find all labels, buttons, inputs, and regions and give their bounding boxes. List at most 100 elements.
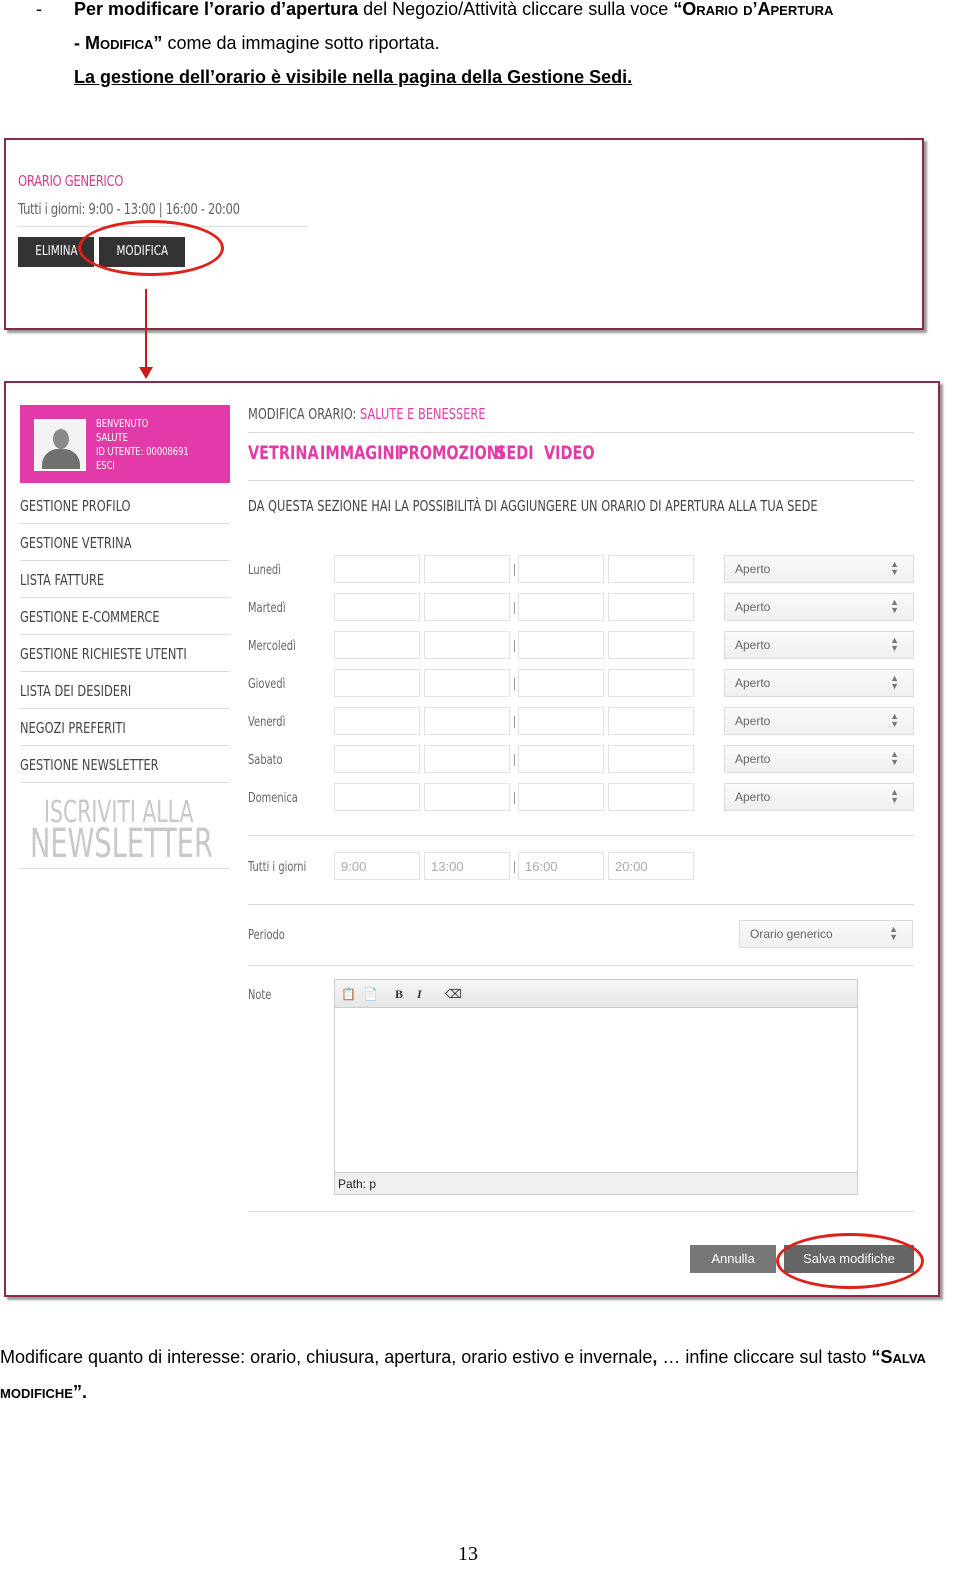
time-input[interactable] bbox=[608, 631, 694, 659]
time-input[interactable] bbox=[608, 555, 694, 583]
orario-generico-title: ORARIO GENERICO bbox=[18, 172, 124, 190]
tab-video[interactable]: VIDEO bbox=[544, 442, 595, 464]
italic-icon[interactable]: I bbox=[417, 987, 422, 1002]
periodo-select[interactable]: Orario generico ▲ ▼ bbox=[739, 920, 913, 948]
status-select[interactable]: Aperto ▲ ▼ bbox=[724, 669, 914, 697]
status-select[interactable]: Aperto ▲ ▼ bbox=[724, 783, 914, 811]
time-input[interactable] bbox=[334, 745, 420, 773]
user-id: ID UTENTE: 00008691 bbox=[96, 445, 189, 458]
sidebar-item[interactable]: GESTIONE E-COMMERCE bbox=[20, 598, 230, 635]
tab-vetrina[interactable]: VETRINA bbox=[248, 442, 319, 464]
time-input[interactable] bbox=[334, 631, 420, 659]
tab-immagini[interactable]: IMMAGINI bbox=[320, 442, 400, 464]
paste-word-icon[interactable]: 📄 bbox=[363, 987, 378, 1001]
time-input[interactable] bbox=[518, 631, 604, 659]
day-label: Venerdì bbox=[248, 715, 286, 730]
time-input[interactable] bbox=[334, 707, 420, 735]
avatar bbox=[34, 419, 86, 471]
status-select[interactable]: Aperto ▲ ▼ bbox=[724, 707, 914, 735]
time-input[interactable] bbox=[608, 745, 694, 773]
select-arrows-icon: ▲ ▼ bbox=[890, 711, 899, 729]
logout-link[interactable]: ESCI bbox=[96, 459, 115, 473]
periodo-label: Periodo bbox=[248, 928, 285, 943]
time-input[interactable] bbox=[424, 669, 510, 697]
tab-promozioni[interactable]: PROMOZIONI bbox=[398, 442, 504, 464]
note-editor[interactable]: 📋 📄 B I ⌫ Path: p bbox=[334, 979, 858, 1195]
time-input[interactable] bbox=[424, 707, 510, 735]
time-input[interactable] bbox=[518, 593, 604, 621]
day-label: Domenica bbox=[248, 791, 298, 806]
intro-text-2: come da immagine sotto riportata. bbox=[162, 33, 440, 53]
intro-smallcaps-1: “Orario d’Apertura bbox=[673, 0, 834, 19]
sidebar-item[interactable]: GESTIONE NEWSLETTER bbox=[20, 746, 230, 783]
time-input[interactable] bbox=[518, 555, 604, 583]
page-number: 13 bbox=[458, 1543, 478, 1565]
day-label: Lunedì bbox=[248, 563, 281, 578]
time-input[interactable] bbox=[608, 669, 694, 697]
time-input[interactable]: 9:00 bbox=[334, 852, 420, 880]
intro-line-2: - Modifica” come da immagine sotto ripor… bbox=[74, 26, 440, 61]
separator bbox=[514, 861, 515, 873]
day-label: Giovedì bbox=[248, 677, 286, 692]
sidebar-item[interactable]: LISTA FATTURE bbox=[20, 561, 230, 598]
sidebar-item[interactable]: GESTIONE VETRINA bbox=[20, 524, 230, 561]
eraser-icon[interactable]: ⌫ bbox=[445, 987, 462, 1001]
profile-info: BENVENUTO SALUTE ID UTENTE: 00008691 ESC… bbox=[96, 417, 218, 473]
time-input[interactable] bbox=[334, 783, 420, 811]
time-input[interactable]: 13:00 bbox=[424, 852, 510, 880]
time-input[interactable] bbox=[424, 555, 510, 583]
separator bbox=[514, 678, 515, 690]
highlight-ellipse bbox=[776, 1233, 924, 1289]
sidebar-menu: GESTIONE PROFILO GESTIONE VETRINA LISTA … bbox=[20, 487, 230, 783]
select-arrows-icon: ▲ ▼ bbox=[890, 559, 899, 577]
time-input[interactable] bbox=[608, 783, 694, 811]
time-input[interactable] bbox=[518, 669, 604, 697]
tab-sedi[interactable]: SEDI bbox=[496, 442, 534, 464]
time-input[interactable] bbox=[424, 593, 510, 621]
select-arrows-icon: ▲ ▼ bbox=[890, 635, 899, 653]
day-label: Mercoledì bbox=[248, 639, 296, 654]
status-select[interactable]: Aperto ▲ ▼ bbox=[724, 745, 914, 773]
all-days-label: Tutti i giorni bbox=[248, 860, 307, 875]
sidebar-item[interactable]: NEGOZI PREFERITI bbox=[20, 709, 230, 746]
sidebar-item[interactable]: LISTA DEI DESIDERI bbox=[20, 672, 230, 709]
time-input[interactable] bbox=[518, 783, 604, 811]
separator bbox=[514, 602, 515, 614]
intro-line-3: La gestione dell’orario è visibile nella… bbox=[74, 67, 633, 87]
sidebar-item[interactable]: GESTIONE RICHIESTE UTENTI bbox=[20, 635, 230, 672]
time-input[interactable] bbox=[518, 707, 604, 735]
select-arrows-icon: ▲ ▼ bbox=[890, 787, 899, 805]
section-description: DA QUESTA SEZIONE HAI LA POSSIBILITÀ DI … bbox=[248, 497, 818, 515]
orario-generico-hours: Tutti i giorni: 9:00 - 13:00 | 16:00 - 2… bbox=[18, 200, 240, 218]
sidebar-item[interactable]: GESTIONE PROFILO bbox=[20, 487, 230, 524]
time-input[interactable]: 16:00 bbox=[518, 852, 604, 880]
status-select[interactable]: Aperto ▲ ▼ bbox=[724, 593, 914, 621]
status-select[interactable]: Aperto ▲ ▼ bbox=[724, 555, 914, 583]
select-arrows-icon: ▲ ▼ bbox=[890, 597, 899, 615]
status-select[interactable]: Aperto ▲ ▼ bbox=[724, 631, 914, 659]
time-input[interactable]: 20:00 bbox=[608, 852, 694, 880]
cancel-button[interactable]: Annulla bbox=[690, 1245, 776, 1273]
profile-box: BENVENUTO SALUTE ID UTENTE: 00008691 ESC… bbox=[20, 405, 230, 483]
time-input[interactable] bbox=[424, 631, 510, 659]
time-input[interactable] bbox=[334, 669, 420, 697]
bold-icon[interactable]: B bbox=[395, 987, 403, 1002]
paste-text-icon[interactable]: 📋 bbox=[341, 987, 356, 1001]
arrow-down-icon bbox=[139, 367, 153, 379]
separator bbox=[514, 792, 515, 804]
time-input[interactable] bbox=[334, 555, 420, 583]
time-input[interactable] bbox=[424, 783, 510, 811]
screenshot-modifica-orario: BENVENUTO SALUTE ID UTENTE: 00008691 ESC… bbox=[4, 381, 940, 1297]
day-label: Martedì bbox=[248, 601, 286, 616]
profile-name: SALUTE bbox=[96, 431, 128, 444]
time-input[interactable] bbox=[334, 593, 420, 621]
time-input[interactable] bbox=[608, 593, 694, 621]
time-input[interactable] bbox=[518, 745, 604, 773]
time-input[interactable] bbox=[608, 707, 694, 735]
intro-text-1: del Negozio/Attività cliccare sulla voce bbox=[358, 0, 674, 19]
intro-smallcaps-2: - Modifica” bbox=[74, 33, 163, 53]
time-input[interactable] bbox=[424, 745, 510, 773]
editor-path: Path: p bbox=[335, 1172, 857, 1194]
newsletter-banner[interactable]: ISCRIVITI ALLA NEWSLETTER bbox=[20, 793, 230, 869]
note-label: Note bbox=[248, 988, 272, 1003]
